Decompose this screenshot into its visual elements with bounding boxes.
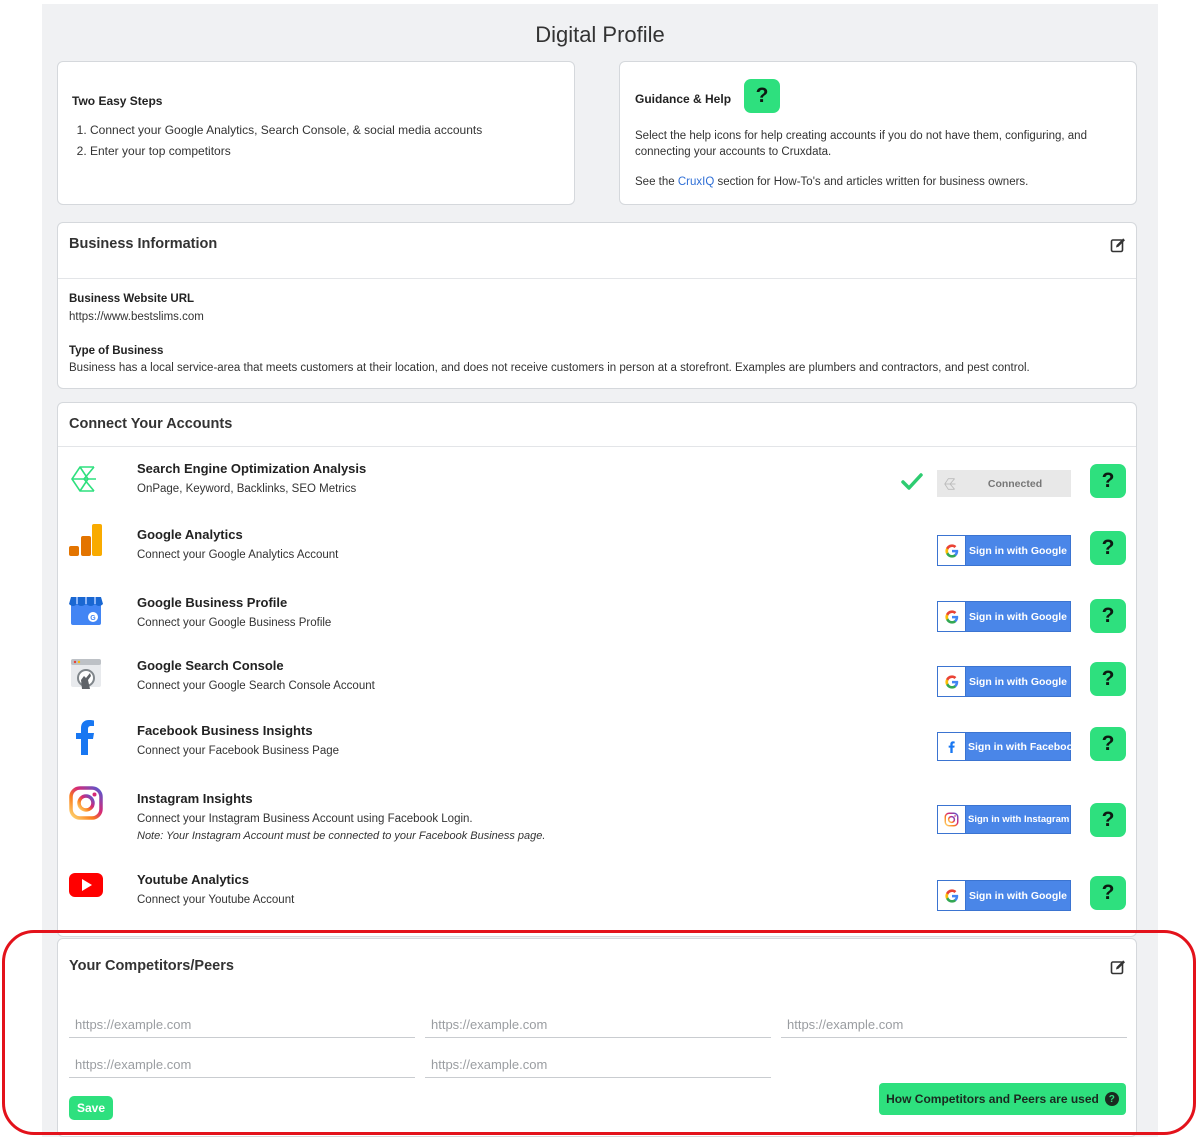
help-button[interactable]: ? xyxy=(1090,727,1126,761)
account-subtitle: Connect your Facebook Business Page xyxy=(137,745,340,757)
account-title: Youtube Analytics xyxy=(137,872,249,887)
google-g-icon xyxy=(938,667,966,696)
account-row-seo: Search Engine Optimization Analysis OnPa… xyxy=(58,461,1136,521)
guidance-text: See the xyxy=(635,176,678,188)
step-item: Enter your top competitors xyxy=(90,141,482,162)
business-type-label: Type of Business xyxy=(69,345,164,357)
sign-in-instagram-button[interactable]: Sign in with Instagram xyxy=(937,805,1071,834)
edit-icon[interactable] xyxy=(1110,959,1126,975)
account-row-google-business: G Google Business Profile Connect your G… xyxy=(58,595,1136,655)
guidance-text: section for How-To's and articles writte… xyxy=(714,176,1029,188)
facebook-icon xyxy=(76,720,94,755)
account-note: Note: Your Instagram Account must be con… xyxy=(137,830,546,842)
competitors-card: Your Competitors/Peers Save How Competit… xyxy=(57,938,1137,1137)
account-title: Google Search Console xyxy=(137,658,284,673)
business-info-header: Business Information xyxy=(58,223,1136,279)
sign-in-label: Sign in with Facebook xyxy=(968,740,1079,753)
account-subtitle: Connect your Youtube Account xyxy=(137,894,295,906)
guidance-help-wrap: ? xyxy=(744,79,780,113)
account-title: Instagram Insights xyxy=(137,791,253,806)
business-info-heading: Business Information xyxy=(69,236,218,252)
google-analytics-icon xyxy=(69,524,102,556)
sign-in-google-button[interactable]: Sign in with Google xyxy=(937,601,1071,632)
account-row-youtube: Youtube Analytics Connect your Youtube A… xyxy=(58,872,1136,932)
how-competitors-used-button[interactable]: How Competitors and Peers are used ? xyxy=(879,1083,1126,1115)
account-subtitle: Connect your Instagram Business Account … xyxy=(137,813,473,825)
sign-in-label: Sign in with Google xyxy=(969,610,1067,623)
guidance-paragraph-cruxiq: See the CruxIQ section for How-To's and … xyxy=(635,176,1028,188)
account-subtitle: Connect your Google Analytics Account xyxy=(137,549,339,561)
connect-accounts-heading: Connect Your Accounts xyxy=(69,416,233,432)
guidance-heading: Guidance & Help xyxy=(635,92,732,106)
sign-in-label: Sign in with Google xyxy=(969,675,1067,688)
connected-label: Connected xyxy=(987,477,1043,490)
competitor-url-input-3[interactable] xyxy=(781,1012,1127,1038)
steps-list: Connect your Google Analytics, Search Co… xyxy=(72,120,482,162)
google-g-icon xyxy=(938,881,966,910)
steps-card: Two Easy Steps Connect your Google Analy… xyxy=(57,61,575,205)
connected-button: Connected xyxy=(937,470,1071,497)
guidance-help-button[interactable]: ? xyxy=(744,79,780,113)
facebook-f-icon xyxy=(938,733,966,760)
google-g-icon xyxy=(938,536,966,565)
help-button[interactable]: ? xyxy=(1090,531,1126,565)
question-circle-icon: ? xyxy=(1104,1092,1119,1106)
account-row-instagram: Instagram Insights Connect your Instagra… xyxy=(58,786,1136,853)
instagram-icon xyxy=(69,786,103,820)
page-title: Digital Profile xyxy=(535,22,665,47)
youtube-icon xyxy=(69,873,103,897)
sign-in-label: Sign in with Instagram xyxy=(968,814,1070,825)
cruxiq-link[interactable]: CruxIQ xyxy=(678,176,714,188)
guidance-paragraph: Select the help icons for help creating … xyxy=(635,130,1087,158)
business-type-value: Business has a local service-area that m… xyxy=(69,362,1030,374)
help-button[interactable]: ? xyxy=(1090,876,1126,910)
website-url-value: https://www.bestslims.com xyxy=(69,311,204,323)
guidance-card: Guidance & Help ? Select the help icons … xyxy=(619,61,1137,205)
account-row-facebook: Facebook Business Insights Connect your … xyxy=(58,720,1136,783)
account-title: Search Engine Optimization Analysis xyxy=(137,461,367,476)
business-info-card: Business Information Business Website UR… xyxy=(57,222,1137,389)
edit-icon[interactable] xyxy=(1110,237,1126,253)
account-title: Google Analytics xyxy=(137,527,243,542)
account-row-search-console: Google Search Console Connect your Googl… xyxy=(58,658,1136,718)
help-button[interactable]: ? xyxy=(1090,464,1126,498)
competitor-url-input-1[interactable] xyxy=(69,1012,415,1038)
help-button[interactable]: ? xyxy=(1090,599,1126,633)
svg-text:G: G xyxy=(90,615,96,622)
sign-in-google-button[interactable]: Sign in with Google xyxy=(937,880,1071,911)
account-title: Google Business Profile xyxy=(137,595,288,610)
help-button[interactable]: ? xyxy=(1090,662,1126,696)
google-business-icon: G xyxy=(69,597,103,625)
cruxdata-logo-icon xyxy=(71,466,96,492)
sign-in-label: Sign in with Google xyxy=(969,544,1067,557)
sign-in-google-button[interactable]: Sign in with Google xyxy=(937,535,1071,566)
account-row-google-analytics: Google Analytics Connect your Google Ana… xyxy=(58,524,1136,587)
competitor-url-input-2[interactable] xyxy=(425,1012,771,1038)
account-title: Facebook Business Insights xyxy=(137,723,313,738)
website-url-label: Business Website URL xyxy=(69,293,195,305)
save-button[interactable]: Save xyxy=(69,1096,113,1120)
sign-in-facebook-button[interactable]: Sign in with Facebook xyxy=(937,732,1079,761)
how-competitors-label: How Competitors and Peers are used xyxy=(886,1092,1099,1106)
account-subtitle: Connect your Google Search Console Accou… xyxy=(137,680,375,692)
account-subtitle: Connect your Google Business Profile xyxy=(137,617,332,629)
checkmark-icon xyxy=(901,473,923,490)
steps-heading: Two Easy Steps xyxy=(72,94,163,108)
competitor-url-input-4[interactable] xyxy=(69,1052,415,1078)
instagram-icon xyxy=(938,806,966,833)
page-container: Digital Profile Two Easy Steps Connect y… xyxy=(42,4,1158,1137)
account-subtitle: OnPage, Keyword, Backlinks, SEO Metrics xyxy=(137,483,357,495)
sign-in-label: Sign in with Google xyxy=(969,889,1067,902)
cruxdata-logo-icon xyxy=(944,477,956,490)
sign-in-google-button[interactable]: Sign in with Google xyxy=(937,666,1071,697)
connect-accounts-card: Connect Your Accounts Search Engine Opti… xyxy=(57,402,1137,937)
help-button[interactable]: ? xyxy=(1090,803,1126,837)
step-item: Connect your Google Analytics, Search Co… xyxy=(90,120,482,141)
search-console-icon xyxy=(71,659,101,689)
google-g-icon xyxy=(938,602,966,631)
competitor-url-input-5[interactable] xyxy=(425,1052,771,1078)
connect-accounts-header: Connect Your Accounts xyxy=(58,403,1136,447)
competitors-heading: Your Competitors/Peers xyxy=(69,958,234,974)
